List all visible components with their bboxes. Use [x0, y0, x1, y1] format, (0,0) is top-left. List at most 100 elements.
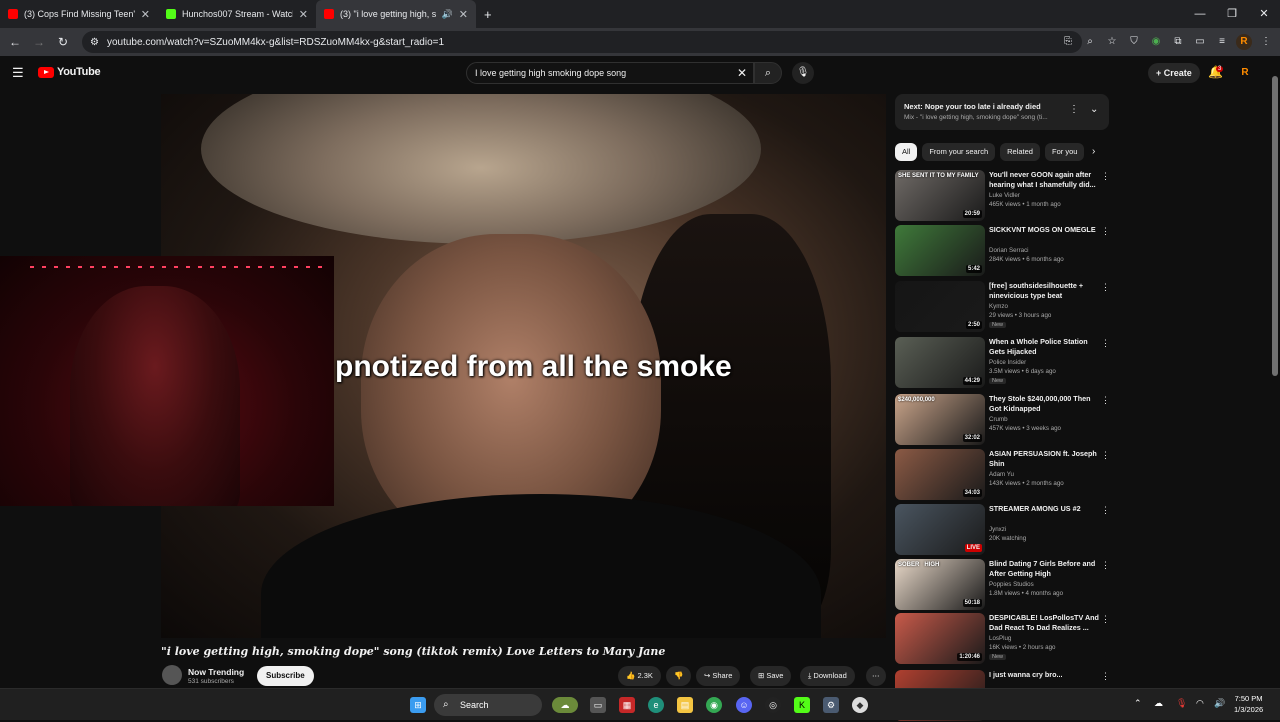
browser-tab-2[interactable]: Hunchos007 Stream - Watch Li ✕ [158, 0, 316, 28]
extension-icon[interactable]: ◉ [1148, 34, 1164, 50]
recommendation-channel[interactable]: Dorian Serraci [989, 247, 1029, 254]
app-icon-white[interactable]: ◆ [852, 697, 868, 713]
download-button[interactable]: ⤓ Download [800, 666, 855, 686]
profile-icon[interactable]: R [1236, 34, 1252, 50]
recommendation-title[interactable]: DESPICABLE! LosPollosTV And Dad React To… [989, 613, 1101, 633]
recommendation-item[interactable]: LIVE STREAMER AMONG US #2 Jynxzi 20K watchi… [895, 504, 1115, 556]
video-thumbnail[interactable]: SOBER HIGH 50:18 [895, 559, 985, 610]
back-icon[interactable]: ← [3, 35, 27, 49]
save-button[interactable]: ⊞ Save [750, 666, 792, 686]
chip-related[interactable]: Related [1000, 143, 1040, 161]
speaker-icon[interactable]: 🔊 [442, 9, 453, 20]
youtube-logo[interactable]: YouTube [38, 66, 101, 78]
tab-close-icon[interactable]: ✕ [299, 8, 308, 21]
recommendation-channel[interactable]: Luke Vidler [989, 192, 1020, 199]
chrome-browser-icon[interactable]: ◉ [706, 697, 722, 713]
wifi-icon[interactable]: ◠ [1196, 698, 1204, 709]
minimize-icon[interactable]: — [1184, 0, 1216, 28]
widgets-icon[interactable]: ☁ [552, 697, 578, 713]
recommendation-item[interactable]: $240,000,000 32:02 They Stole $240,000,000… [895, 394, 1115, 446]
chevron-down-icon[interactable]: ⌄ [1090, 104, 1098, 115]
recommendation-channel[interactable]: Jynxzi [989, 526, 1006, 533]
more-actions-button[interactable]: ⋯ [866, 666, 886, 686]
task-view-icon[interactable]: ▭ [590, 697, 606, 713]
video-thumbnail[interactable]: 2:50 [895, 281, 985, 332]
recommendation-item[interactable]: 44:29 When a Whole Police Station Gets Hi… [895, 337, 1115, 389]
recommendation-title[interactable]: Blind Dating 7 Girls Before and After Ge… [989, 559, 1101, 579]
chevron-right-icon[interactable]: › [1092, 146, 1095, 157]
create-button[interactable]: + Create [1148, 63, 1200, 83]
video-thumbnail[interactable]: LIVE [895, 504, 985, 555]
recommendation-channel[interactable]: Poppies Studios [989, 581, 1034, 588]
recommendation-title[interactable]: I just wanna cry bro... [989, 670, 1101, 680]
recommendation-title[interactable]: When a Whole Police Station Gets Hijacke… [989, 337, 1101, 357]
bookmark-star-icon[interactable]: ☆ [1104, 34, 1120, 50]
voice-search-button[interactable]: 🎙 [792, 62, 814, 84]
system-clock[interactable]: 7:50 PM 1/3/2026 [1234, 693, 1263, 715]
mix-playlist-panel[interactable]: Next: Nope your too late i already died … [895, 94, 1109, 130]
video-thumbnail[interactable]: 1:20:46 [895, 613, 985, 664]
more-vertical-icon[interactable]: ⋮ [1101, 450, 1110, 461]
video-thumbnail[interactable]: 5:42 [895, 225, 985, 276]
account-avatar[interactable]: R [1238, 66, 1252, 80]
chip-all[interactable]: All [895, 143, 918, 161]
site-info-icon[interactable]: ⚙ [90, 37, 99, 48]
volume-icon[interactable]: 🔊 [1214, 698, 1225, 709]
forward-icon[interactable]: → [27, 35, 51, 49]
clear-search-icon[interactable]: ✕ [737, 66, 747, 80]
share-button[interactable]: ↪ Share [696, 666, 741, 686]
tab-close-icon[interactable]: ✕ [141, 8, 150, 21]
scrollbar-thumb[interactable] [1272, 76, 1278, 376]
reload-icon[interactable]: ↻ [51, 35, 75, 49]
maximize-icon[interactable]: ❐ [1216, 0, 1248, 28]
recommendation-title[interactable]: They Stole $240,000,000 Then Got Kidnapp… [989, 394, 1101, 414]
app-icon-red[interactable]: ▦ [619, 697, 635, 713]
obs-icon[interactable]: ◎ [765, 697, 781, 713]
recommendation-channel[interactable]: Crumb [989, 416, 1008, 423]
more-vertical-icon[interactable]: ⋮ [1101, 671, 1110, 682]
windows-start-icon[interactable]: ⊞ [410, 697, 426, 713]
menu-icon[interactable]: ☰ [12, 65, 24, 81]
browser-tab-1[interactable]: (3) Cops Find Missing Teen's Bo ✕ [0, 0, 158, 28]
puzzle-extensions-icon[interactable]: ⧉ [1170, 34, 1186, 50]
more-vertical-icon[interactable]: ⋮ [1101, 282, 1110, 293]
recommendation-title[interactable]: You'll never GOON again after hearing wh… [989, 170, 1101, 190]
microphone-tray-icon[interactable]: 🎙 [1176, 698, 1187, 709]
address-bar[interactable]: ⚙ youtube.com/watch?v=SZuoMM4kx-g&list=R… [82, 31, 1082, 53]
more-vertical-icon[interactable]: ⋮ [1101, 171, 1110, 182]
chip-for-you[interactable]: For you [1044, 143, 1085, 161]
tab-search-icon[interactable]: ≡ [1214, 34, 1230, 50]
video-thumbnail[interactable]: 44:29 [895, 337, 985, 388]
settings-gear-icon[interactable]: ⚙ [823, 697, 839, 713]
install-app-icon[interactable]: ⎘ [1060, 34, 1076, 50]
recommendation-item[interactable]: 1:20:46 DESPICABLE! LosPollosTV And Dad R… [895, 613, 1115, 665]
video-thumbnail[interactable]: SHE SENT IT TO MY FAMILY 20:59 [895, 170, 985, 221]
search-button[interactable]: ⌕ [754, 62, 782, 84]
file-explorer-icon[interactable]: ▤ [677, 697, 693, 713]
recommendation-title[interactable]: STREAMER AMONG US #2 [989, 504, 1101, 514]
recommendation-title[interactable]: ASIAN PERSUASION ft. Joseph Shin [989, 449, 1101, 469]
shield-extension-icon[interactable]: ⛉ [1126, 34, 1142, 50]
more-vertical-icon[interactable]: ⋮ [1101, 505, 1110, 516]
recommendation-channel[interactable]: LosPlug [989, 635, 1011, 642]
recommendation-title[interactable]: [free] southsidesilhouette + ninevicious… [989, 281, 1101, 301]
tab-close-icon[interactable]: ✕ [459, 8, 468, 21]
kick-app-icon[interactable]: K [794, 697, 810, 713]
recommendation-channel[interactable]: Kymzo [989, 303, 1008, 310]
more-vertical-icon[interactable]: ⋮ [1101, 614, 1110, 625]
taskbar-search[interactable]: ⌕ Search [434, 694, 542, 716]
recommendation-item[interactable]: SHE SENT IT TO MY FAMILY 20:59 You'll neve… [895, 170, 1115, 222]
more-vertical-icon[interactable]: ⋮ [1069, 104, 1079, 115]
video-thumbnail[interactable]: 34:03 [895, 449, 985, 500]
like-button[interactable]: 👍 2.3K [618, 666, 661, 686]
more-vertical-icon[interactable]: ⋮ [1101, 395, 1110, 406]
tray-chevron-up-icon[interactable]: ⌃ [1134, 698, 1142, 709]
recommendation-channel[interactable]: Police Insider [989, 359, 1026, 366]
subscribe-button[interactable]: Subscribe [257, 666, 314, 686]
more-vertical-icon[interactable]: ⋮ [1101, 560, 1110, 571]
chip-from-your-search[interactable]: From your search [922, 143, 996, 161]
split-view-icon[interactable]: ▭ [1192, 34, 1208, 50]
channel-avatar[interactable] [162, 665, 182, 685]
recommendation-item[interactable]: SOBER HIGH 50:18 Blind Dating 7 Girls Befo… [895, 559, 1115, 611]
discord-icon[interactable]: ☺ [736, 697, 752, 713]
